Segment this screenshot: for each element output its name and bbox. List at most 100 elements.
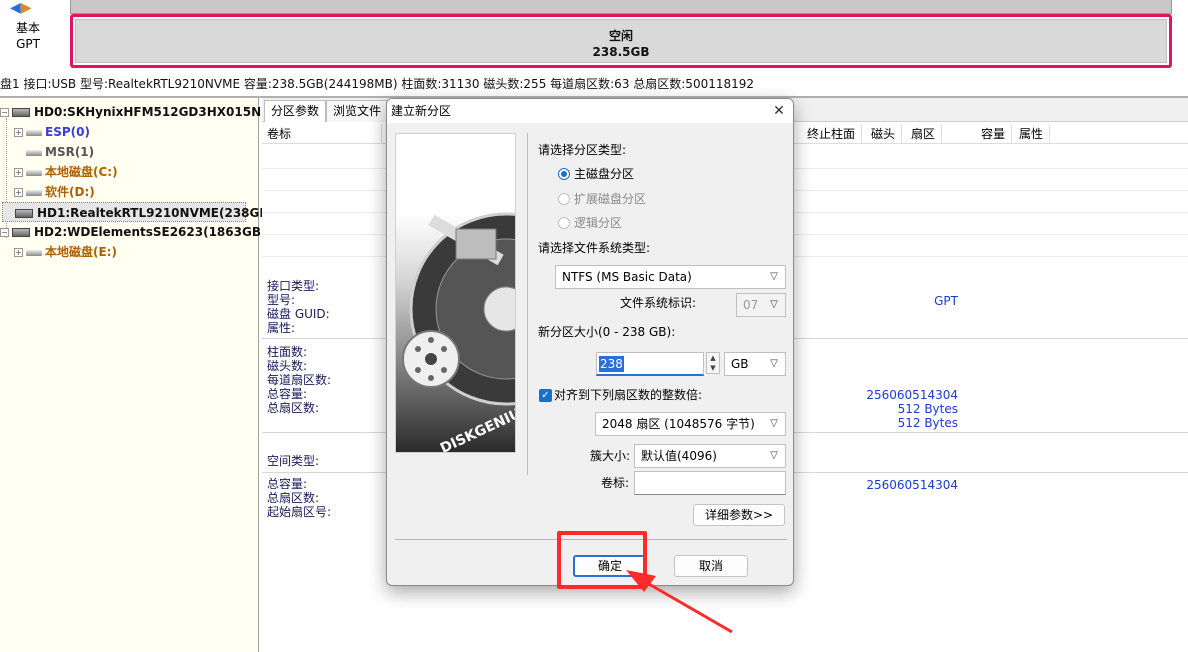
col-attributes[interactable]: 属性 [1014, 124, 1050, 144]
value-total-bytes: 256060514304 [866, 388, 958, 402]
label-total-capacity: 总容量: [267, 387, 308, 401]
fs-id-select[interactable]: 07 ▽ [736, 293, 786, 317]
label-total-sectors: 总扇区数: [267, 401, 320, 415]
radio-extended-label[interactable]: 扩展磁盘分区 [574, 191, 646, 207]
label-guid: 磁盘 GUID: [267, 307, 330, 321]
label-cylinders: 柱面数: [267, 345, 308, 359]
collapse-icon[interactable]: − [0, 108, 9, 117]
radio-primary-label[interactable]: 主磁盘分区 [574, 166, 634, 182]
chevron-down-icon: ▽ [770, 271, 778, 282]
tree-item-hd0[interactable]: − HD0:SKHynixHFM512GD3HX015N(47 [0, 102, 283, 122]
close-icon[interactable]: ✕ [769, 101, 789, 121]
partition-icon [26, 169, 42, 176]
expand-icon[interactable]: + [14, 128, 23, 137]
align-checkbox[interactable]: ✓ [539, 389, 552, 402]
disk-icon [12, 108, 30, 117]
size-unit-select[interactable]: GB ▽ [724, 352, 786, 376]
partition-type-label: 请选择分区类型: [538, 143, 627, 157]
expand-icon[interactable]: + [14, 188, 23, 197]
dialog-separator [527, 133, 528, 475]
disk-icon [15, 209, 33, 218]
size-label: 新分区大小(0 - 238 GB): [538, 325, 676, 339]
dialog-title: 建立新分区 [387, 99, 793, 123]
fs-type-label: 请选择文件系统类型: [538, 241, 651, 255]
volume-label-label: 卷标: [601, 476, 630, 490]
size-input[interactable]: 238 [596, 352, 704, 376]
free-space-block[interactable]: 空闲 238.5GB [70, 14, 1172, 68]
disk-map-area: ◀▶ 基本 GPT 空闲 238.5GB [0, 0, 1188, 72]
tree-item-label: 软件(D:) [45, 185, 95, 199]
value-free-bytes: 256060514304 [866, 478, 958, 492]
cluster-size-select[interactable]: 默认值(4096) ▽ [634, 444, 786, 468]
label-space-type: 空间类型: [267, 454, 320, 468]
disk-info-line: 盘1 接口:USB 型号:RealtekRTL9210NVME 容量:238.5… [0, 77, 755, 91]
tree-item-hd2[interactable]: − HD2:WDElementsSE2623(1863GB) [0, 222, 266, 242]
disk-tree: − HD0:SKHynixHFM512GD3HX015N(47 + ESP(0) M… [0, 98, 283, 652]
cluster-size-label: 簇大小: [590, 449, 631, 463]
fs-id-label: 文件系统标识: [620, 296, 697, 310]
expand-icon[interactable]: + [14, 168, 23, 177]
label-free-total-sectors: 总扇区数: [267, 491, 320, 505]
col-heads[interactable]: 磁头 [866, 124, 902, 144]
tab-partition-params[interactable]: 分区参数 [264, 100, 327, 122]
chevron-down-icon: ▽ [770, 450, 778, 461]
tab-browse-files[interactable]: 浏览文件 [326, 100, 389, 122]
disk-type-gpt: GPT [16, 37, 40, 51]
partition-icon [26, 129, 42, 136]
radio-extended[interactable] [558, 193, 570, 205]
tree-item-label: 本地磁盘(E:) [45, 245, 117, 259]
align-label[interactable]: 对齐到下列扇区数的整数倍: [554, 387, 702, 403]
value-gpt: GPT [934, 294, 958, 308]
label-model: 型号: [267, 293, 296, 307]
previous-disk-bar [70, 0, 1172, 14]
partition-icon [26, 249, 42, 256]
free-space-size: 238.5GB [592, 45, 650, 59]
align-value: 2048 扇区 (1048576 字节) [602, 417, 755, 431]
advanced-params-button[interactable]: 详细参数>> [693, 504, 785, 526]
arrow-right-icon[interactable]: ▶ [21, 0, 32, 16]
radio-logical-label[interactable]: 逻辑分区 [574, 215, 622, 231]
label-attributes: 属性: [267, 321, 296, 335]
volume-label-input[interactable] [634, 471, 786, 495]
size-spinner[interactable]: ▲ ▼ [706, 352, 720, 374]
col-volume-label[interactable]: 卷标 [262, 124, 382, 144]
radio-primary[interactable] [558, 168, 570, 180]
tree-item-label: 本地磁盘(C:) [45, 165, 118, 179]
fs-type-select[interactable]: NTFS (MS Basic Data) ▽ [555, 265, 786, 289]
tree-item-d[interactable]: + 软件(D:) [14, 182, 95, 202]
tree-item-esp[interactable]: + ESP(0) [14, 122, 90, 142]
collapse-icon[interactable]: − [0, 228, 9, 237]
value-physical-sector-size: 512 Bytes [897, 416, 958, 430]
tree-item-hd1[interactable]: HD1:RealtekRTL9210NVME(238GB) [2, 202, 274, 222]
disk-type-basic: 基本 [15, 21, 40, 35]
fs-type-value: NTFS (MS Basic Data) [562, 270, 692, 284]
disk-nav-arrows[interactable]: ◀▶ [10, 0, 42, 16]
fs-id-value: 07 [743, 298, 759, 312]
col-end-cylinder[interactable]: 终止柱面 [802, 124, 862, 144]
tree-item-e[interactable]: + 本地磁盘(E:) [14, 242, 117, 262]
label-sectors-per-track: 每道扇区数: [267, 373, 332, 387]
free-space-inner: 空闲 238.5GB [75, 19, 1167, 63]
col-sectors[interactable]: 扇区 [906, 124, 942, 144]
pointer-arrow-icon [626, 570, 733, 634]
value-sector-size: 512 Bytes [897, 402, 958, 416]
tree-item-label: ESP(0) [45, 125, 90, 139]
disk-icon [12, 228, 30, 237]
arrow-left-icon[interactable]: ◀ [10, 0, 21, 16]
tree-item-label: MSR(1) [45, 145, 95, 159]
tree-item-c[interactable]: + 本地磁盘(C:) [14, 162, 118, 182]
radio-logical[interactable] [558, 217, 570, 229]
hard-drive-icon: DISKGENIUS [402, 212, 515, 452]
size-input-value: 238 [599, 356, 624, 372]
cluster-size-value: 默认值(4096) [641, 449, 717, 463]
tree-item-msr[interactable]: MSR(1) [14, 142, 94, 162]
free-space-label: 空闲 [608, 29, 633, 43]
expand-icon[interactable]: + [14, 248, 23, 257]
align-select[interactable]: 2048 扇区 (1048576 字节) ▽ [595, 412, 786, 436]
tree-item-label: HD1:RealtekRTL9210NVME(238GB) [37, 206, 275, 220]
col-capacity[interactable]: 容量 [976, 124, 1012, 144]
label-free-total-capacity: 总容量: [267, 477, 308, 491]
disk-type-label: 基本 GPT [6, 20, 50, 52]
tree-item-label: HD2:WDElementsSE2623(1863GB) [34, 225, 267, 239]
partition-icon [26, 189, 42, 196]
